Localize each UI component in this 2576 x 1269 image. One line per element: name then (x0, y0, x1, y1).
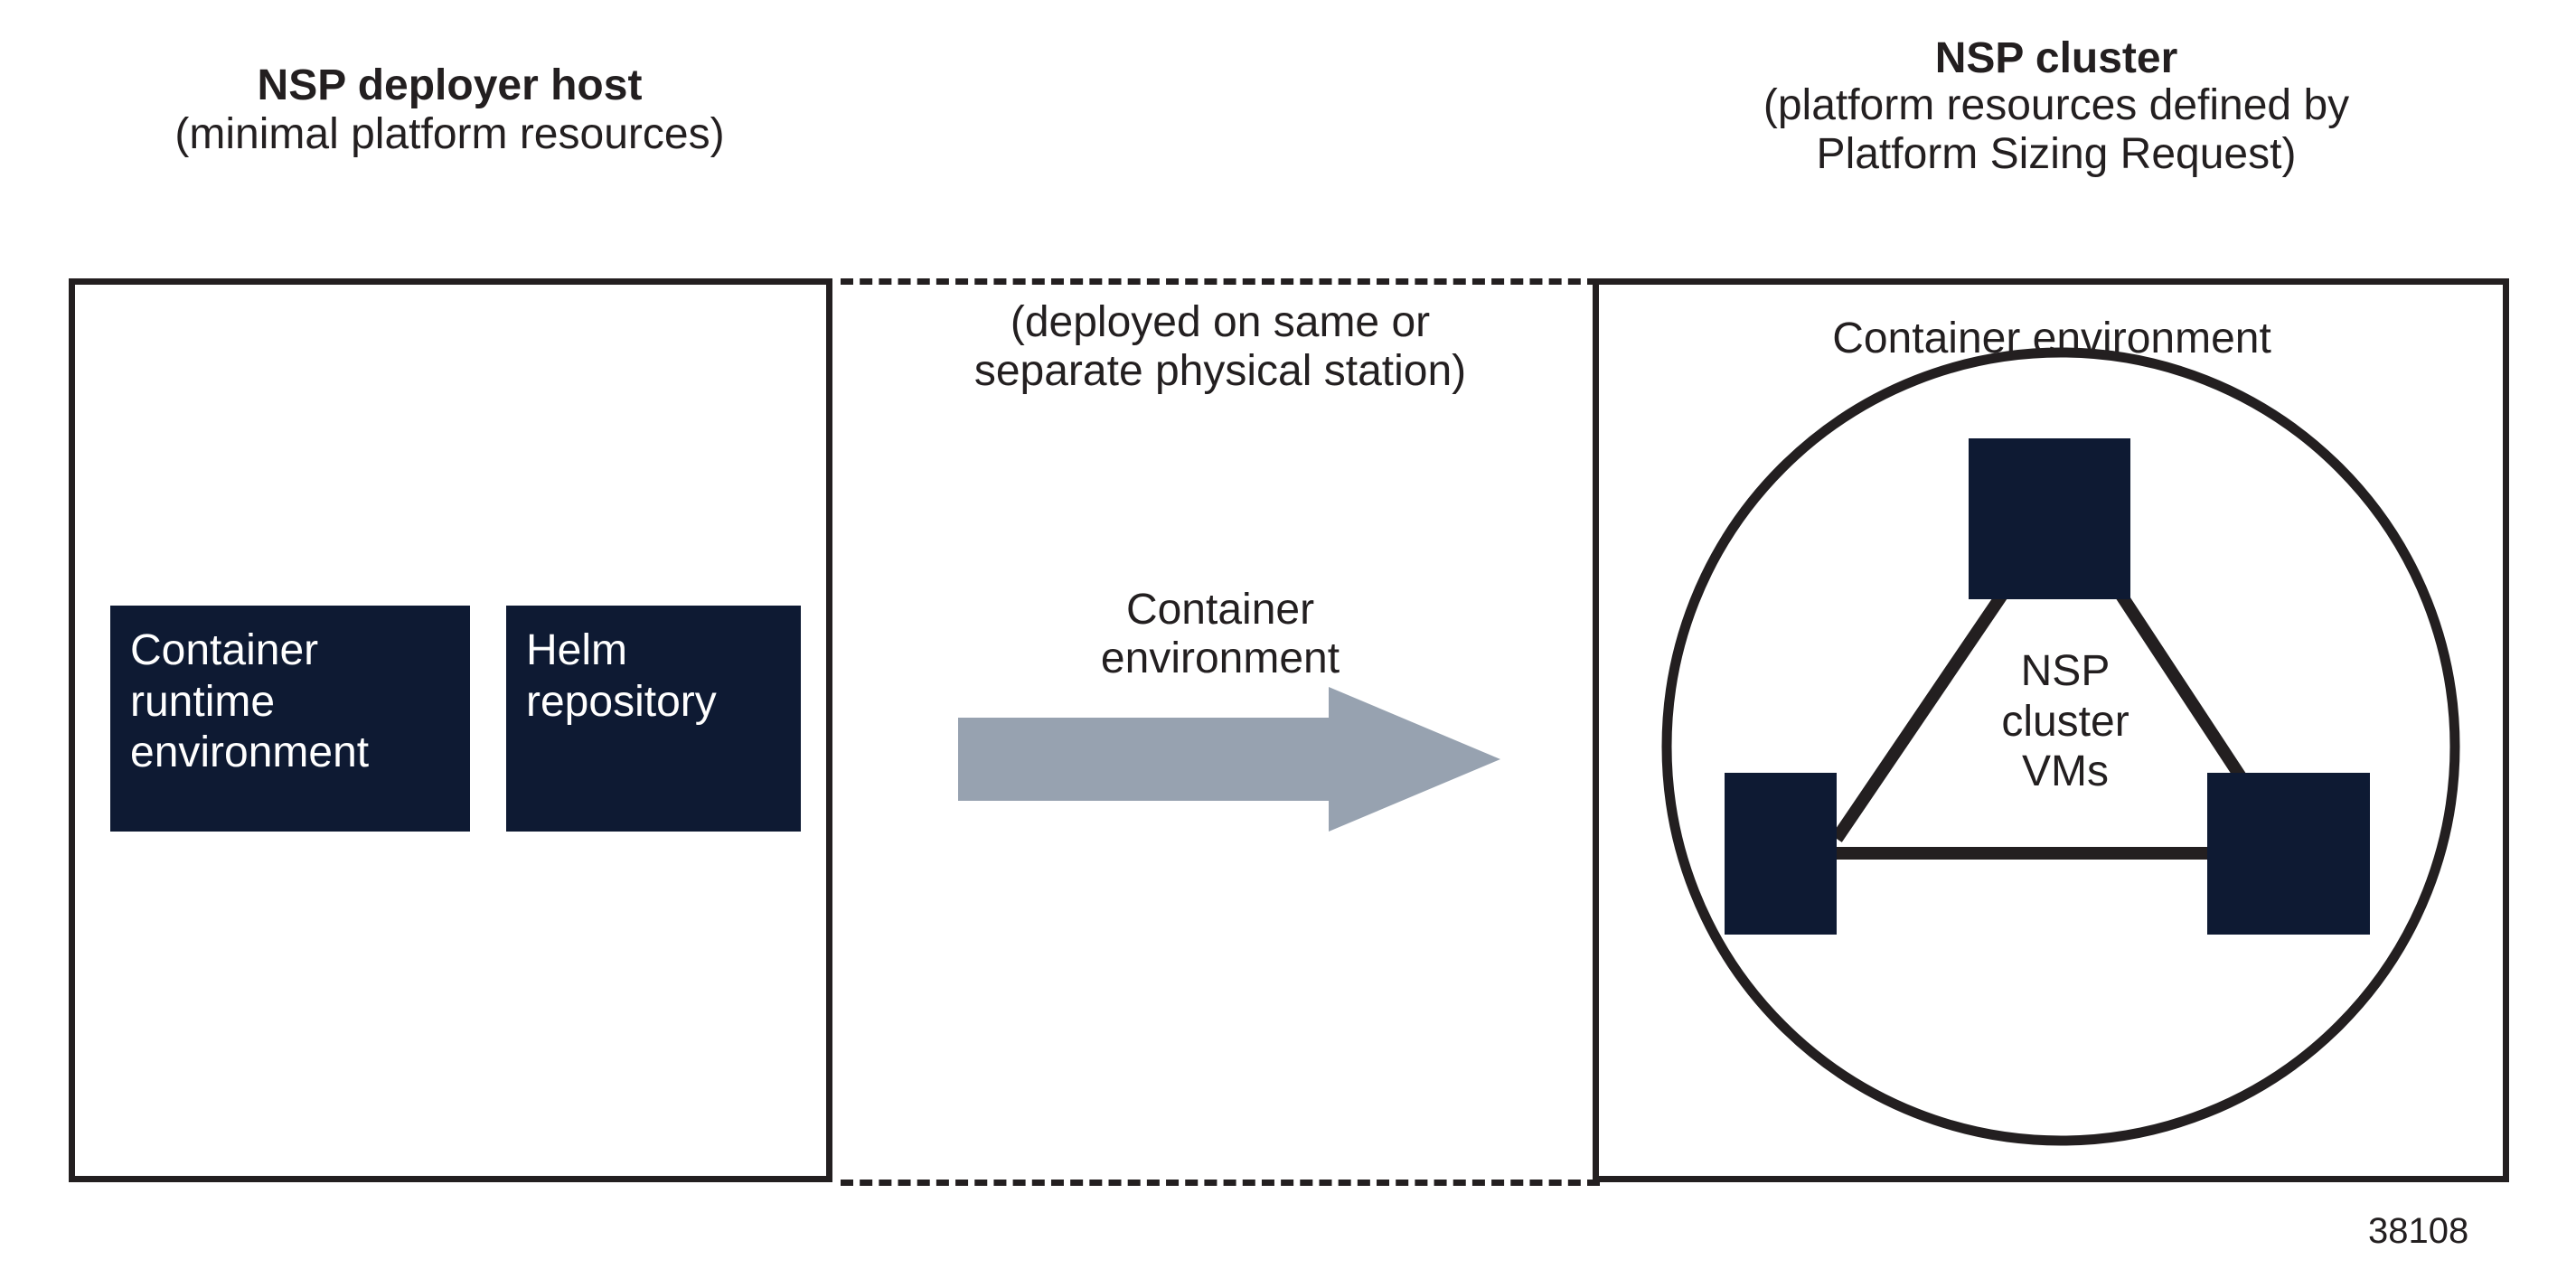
vm-node-right (2207, 773, 2370, 935)
dashed-separator-bottom (841, 1180, 1600, 1186)
nsp-cluster-title: NSP cluster (1934, 34, 2178, 82)
nsp-cluster-subtitle: (platform resources defined by Platform … (1763, 81, 2350, 178)
nsp-cluster-vms-label: NSP cluster VMs (2001, 647, 2129, 796)
diagram-canvas: NSP deployer host (minimal platform reso… (0, 0, 2576, 1269)
vm-node-top (1969, 438, 2130, 599)
container-runtime-environment-box: Container runtime environment (110, 606, 470, 832)
deployer-host-title: NSP deployer host (257, 61, 643, 109)
vm-node-left (1725, 773, 1837, 935)
figure-id: 38108 (2368, 1211, 2469, 1251)
helm-repository-box: Helm repository (506, 606, 801, 832)
dashed-separator-top (841, 278, 1600, 285)
deployer-host-subtitle: (minimal platform resources) (174, 110, 725, 158)
middle-container-environment-label: Container environment (1100, 586, 1340, 682)
deployment-note: (deployed on same or separate physical s… (973, 298, 1467, 395)
right-arrow-icon (958, 687, 1500, 832)
